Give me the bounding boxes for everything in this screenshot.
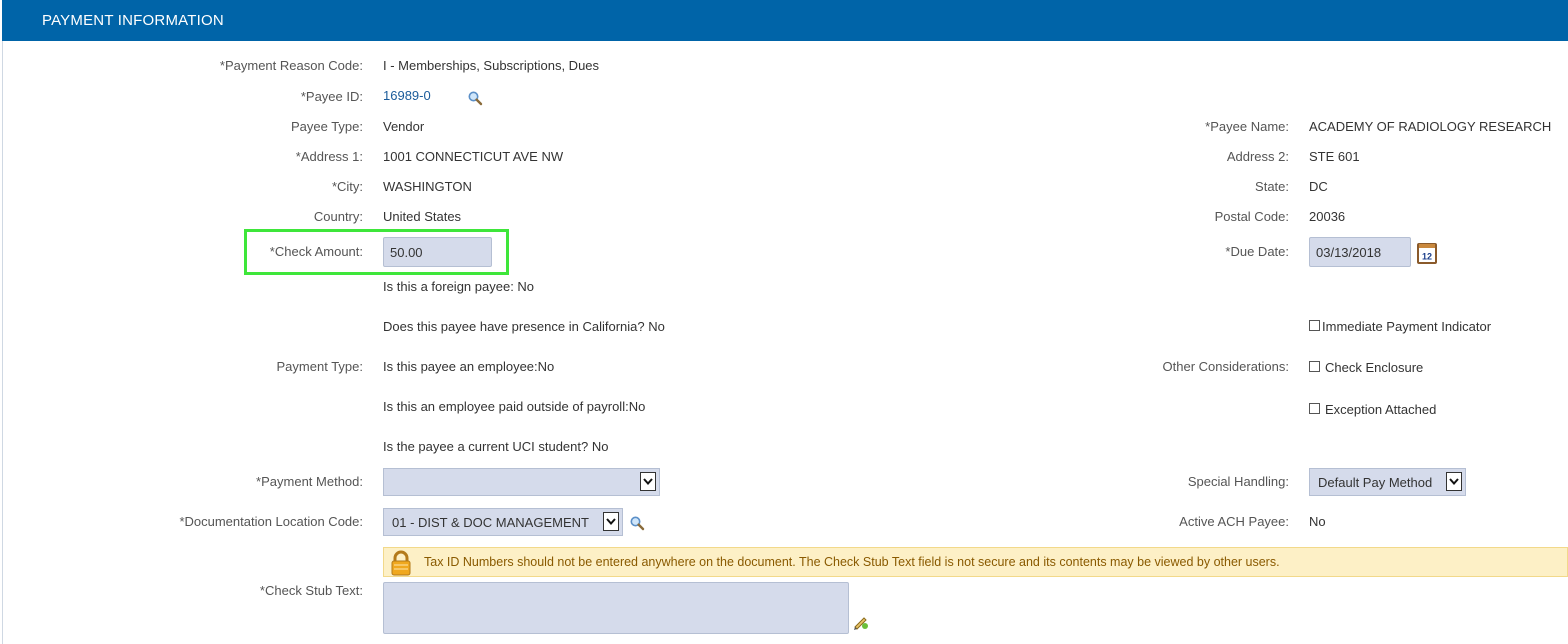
svg-text:12: 12 xyxy=(1422,252,1432,262)
payee-id-label: *Payee ID: xyxy=(300,89,363,104)
documentation-location-label: *Documentation Location Code: xyxy=(179,514,363,529)
state-value: DC xyxy=(1309,179,1328,194)
calendar-icon[interactable]: 12 xyxy=(1416,241,1438,265)
immediate-payment-checkbox[interactable] xyxy=(1309,320,1320,331)
payment-reason-code-label: *Payment Reason Code: xyxy=(219,58,363,73)
payee-name-value: ACADEMY OF RADIOLOGY RESEARCH xyxy=(1309,119,1552,134)
address1-value: 1001 CONNECTICUT AVE NW xyxy=(383,149,564,164)
california-presence-question: Does this payee have presence in Califor… xyxy=(383,319,665,334)
state-label: State: xyxy=(1255,179,1289,194)
search-icon[interactable] xyxy=(467,90,483,106)
postal-code-value: 20036 xyxy=(1309,209,1346,224)
check-enclosure-checkbox[interactable] xyxy=(1309,361,1320,372)
section-title: PAYMENT INFORMATION xyxy=(42,12,224,29)
employee-question: Is this payee an employee:No xyxy=(383,359,555,374)
address2-label: Address 2: xyxy=(1226,149,1289,164)
chevron-down-icon[interactable] xyxy=(603,512,619,531)
active-ach-payee-value: No xyxy=(1309,514,1326,529)
tax-id-warning-text: Tax ID Numbers should not be entered any… xyxy=(424,555,1280,569)
check-stub-text-label: *Check Stub Text: xyxy=(259,583,363,598)
payment-reason-code-value: I - Memberships, Subscriptions, Dues xyxy=(383,58,600,73)
chevron-down-icon[interactable] xyxy=(640,472,656,491)
special-handling-value: Default Pay Method xyxy=(1318,475,1433,490)
outside-payroll-question: Is this an employee paid outside of payr… xyxy=(383,399,646,414)
due-date-input[interactable] xyxy=(1309,237,1411,267)
due-date-label: *Due Date: xyxy=(1225,244,1289,259)
payment-method-label: *Payment Method: xyxy=(256,474,363,489)
search-icon[interactable] xyxy=(629,515,645,531)
immediate-payment-label: Immediate Payment Indicator xyxy=(1322,319,1492,334)
tax-id-warning-banner: Tax ID Numbers should not be entered any… xyxy=(383,547,1568,577)
payee-type-label: Payee Type: xyxy=(290,119,363,134)
payee-id-link[interactable]: 16989-0 xyxy=(383,88,431,103)
postal-code-label: Postal Code: xyxy=(1214,209,1289,224)
active-ach-payee-label: Active ACH Payee: xyxy=(1179,514,1289,529)
city-label: *City: xyxy=(331,179,363,194)
payment-method-select[interactable] xyxy=(383,468,660,496)
special-handling-label: Special Handling: xyxy=(1187,474,1289,489)
payment-type-label: Payment Type: xyxy=(276,359,363,374)
special-handling-select[interactable]: Default Pay Method xyxy=(1309,468,1466,496)
uci-student-question: Is the payee a current UCI student? No xyxy=(383,439,609,454)
exception-attached-checkbox[interactable] xyxy=(1309,403,1320,414)
address2-value: STE 601 xyxy=(1309,149,1360,164)
address1-label: *Address 1: xyxy=(295,149,363,164)
other-considerations-label: Other Considerations: xyxy=(1162,359,1289,374)
edit-pencil-icon[interactable] xyxy=(852,613,870,631)
country-value: United States xyxy=(383,209,462,224)
payee-name-label: *Payee Name: xyxy=(1205,119,1289,134)
foreign-payee-question: Is this a foreign payee: No xyxy=(383,279,535,294)
check-amount-input[interactable] xyxy=(383,237,492,267)
lock-icon xyxy=(389,550,413,576)
chevron-down-icon[interactable] xyxy=(1446,472,1462,491)
documentation-location-select[interactable]: 01 - DIST & DOC MANAGEMENT xyxy=(383,508,623,536)
documentation-location-value: 01 - DIST & DOC MANAGEMENT xyxy=(392,515,589,530)
city-value: WASHINGTON xyxy=(383,179,472,194)
check-enclosure-label: Check Enclosure xyxy=(1325,360,1424,375)
section-header: PAYMENT INFORMATION xyxy=(2,0,1568,41)
check-stub-text-input[interactable] xyxy=(383,582,849,634)
check-amount-label: *Check Amount: xyxy=(269,244,363,259)
exception-attached-label: Exception Attached xyxy=(1325,402,1437,417)
payee-type-value: Vendor xyxy=(383,119,425,134)
country-label: Country: xyxy=(313,209,363,224)
